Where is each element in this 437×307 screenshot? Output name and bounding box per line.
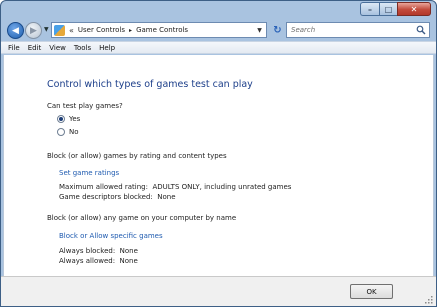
back-button[interactable]: ◀ <box>7 22 24 39</box>
page-title: Control which types of games test can pl… <box>47 79 253 90</box>
back-arrow-icon: ◀ <box>12 25 19 36</box>
radio-yes[interactable] <box>57 115 65 123</box>
forward-button[interactable]: ▶ <box>25 22 42 39</box>
minimize-button[interactable]: – <box>360 2 379 16</box>
menu-bar: File Edit View Tools Help <box>1 41 436 54</box>
search-icon[interactable] <box>416 25 426 35</box>
can-play-question: Can test play games? <box>47 102 123 110</box>
resize-grip-icon[interactable] <box>425 296 433 304</box>
recent-pages-dropdown-icon[interactable]: ▼ <box>44 26 49 33</box>
address-dropdown-icon[interactable]: ▼ <box>253 23 266 37</box>
control-panel-icon <box>54 24 65 36</box>
always-blocked-label: Always blocked: <box>59 247 116 255</box>
address-overflow-chevron[interactable]: « <box>69 26 74 35</box>
content-pane: Control which types of games test can pl… <box>3 55 434 276</box>
menu-tools[interactable]: Tools <box>74 44 91 52</box>
radio-yes-label[interactable]: Yes <box>69 115 80 123</box>
max-rating-value: ADULTS ONLY, including unrated games <box>152 183 292 191</box>
breadcrumb-separator-icon[interactable]: ▸ <box>129 27 132 34</box>
close-button[interactable]: ✕ <box>397 2 431 16</box>
address-bar[interactable]: « User Controls ▸ Game Controls ▼ <box>51 22 267 38</box>
always-blocked-value: None <box>119 247 138 255</box>
menu-file[interactable]: File <box>8 44 20 52</box>
forward-arrow-icon: ▶ <box>30 25 37 36</box>
always-allowed-row: Always allowed: None <box>59 257 138 265</box>
menu-view[interactable]: View <box>49 44 66 52</box>
refresh-button[interactable]: ↻ <box>270 22 285 38</box>
parental-controls-window: – □ ✕ ◀ ▶ ▼ « User Controls ▸ Game Contr… <box>0 0 437 307</box>
rating-heading: Block (or allow) games by rating and con… <box>47 152 227 160</box>
caption-buttons: – □ ✕ <box>360 2 431 16</box>
always-allowed-value: None <box>119 257 138 265</box>
navigation-bar: ◀ ▶ ▼ « User Controls ▸ Game Controls ▼ … <box>1 20 436 41</box>
set-game-ratings-link[interactable]: Set game ratings <box>59 169 119 177</box>
button-bar: OK <box>1 276 436 306</box>
radio-yes-row[interactable]: Yes <box>57 115 80 123</box>
breadcrumb-user-controls[interactable]: User Controls <box>78 26 125 34</box>
max-rating-row: Maximum allowed rating: ADULTS ONLY, inc… <box>59 183 291 191</box>
title-bar: – □ ✕ <box>1 1 436 20</box>
descriptors-value: None <box>157 193 176 201</box>
descriptors-label: Game descriptors blocked: <box>59 193 153 201</box>
always-blocked-row: Always blocked: None <box>59 247 138 255</box>
search-box[interactable] <box>286 22 430 38</box>
radio-no[interactable] <box>57 128 65 136</box>
maximize-button[interactable]: □ <box>379 2 397 16</box>
ok-button[interactable]: OK <box>350 284 393 299</box>
menu-help[interactable]: Help <box>99 44 115 52</box>
radio-no-row[interactable]: No <box>57 128 79 136</box>
radio-selected-dot-icon <box>59 117 63 121</box>
always-allowed-label: Always allowed: <box>59 257 116 265</box>
max-rating-label: Maximum allowed rating: <box>59 183 148 191</box>
search-input[interactable] <box>287 23 413 37</box>
breadcrumb-game-controls[interactable]: Game Controls <box>136 26 188 34</box>
block-allow-specific-games-link[interactable]: Block or Allow specific games <box>59 232 163 240</box>
refresh-icon: ↻ <box>273 24 282 36</box>
descriptors-row: Game descriptors blocked: None <box>59 193 176 201</box>
by-name-heading: Block (or allow) any game on your comput… <box>47 214 237 222</box>
menu-edit[interactable]: Edit <box>28 44 42 52</box>
radio-no-label[interactable]: No <box>69 128 79 136</box>
